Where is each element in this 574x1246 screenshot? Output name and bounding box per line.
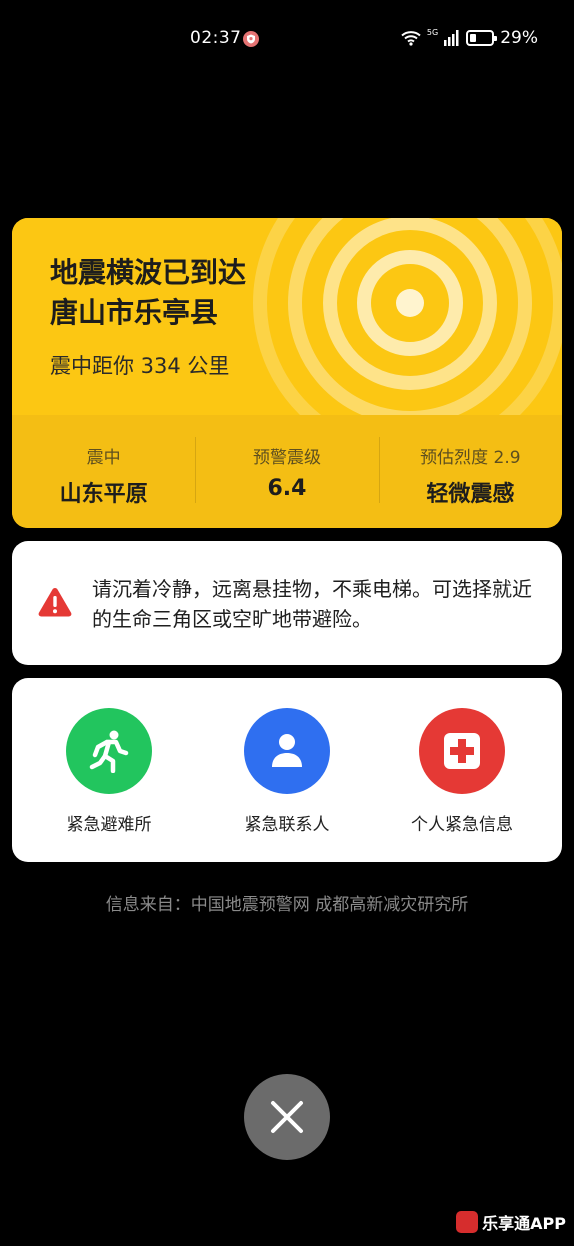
personal-emergency-info-button[interactable]: 个人紧急信息 bbox=[382, 708, 542, 835]
medical-cross-icon bbox=[444, 733, 480, 769]
emergency-contacts-button[interactable]: 紧急联系人 bbox=[207, 708, 367, 835]
alert-title: 地震横波已到达 唐山市乐亭县 bbox=[50, 253, 246, 333]
emergency-shelter-label: 紧急避难所 bbox=[66, 815, 152, 835]
watermark-text: 乐享通APP bbox=[482, 1214, 566, 1233]
safety-advice-text: 请沉着冷静，远离悬挂物，不乘电梯。可选择就近的生命三角区或空旷地带避险。 bbox=[92, 577, 532, 631]
earthquake-header: 地震横波已到达 唐山市乐亭县 震中距你 334 公里 bbox=[12, 218, 562, 460]
stat-label: 预警震级 bbox=[252, 448, 321, 468]
stat-intensity: 预估烈度 2.9 轻微震感 bbox=[378, 415, 562, 528]
stat-label: 震中 bbox=[86, 448, 121, 468]
emergency-actions-card: 紧急避难所 紧急联系人 个人紧急信息 bbox=[12, 678, 562, 862]
close-button[interactable] bbox=[244, 1074, 330, 1160]
emergency-shelter-circle[interactable] bbox=[66, 708, 152, 794]
battery-percent: 29% bbox=[500, 28, 538, 48]
status-indicators: 5G 29% bbox=[401, 28, 538, 48]
emergency-contacts-label: 紧急联系人 bbox=[244, 815, 330, 835]
wifi-icon bbox=[401, 31, 421, 46]
emergency-contacts-circle[interactable] bbox=[244, 708, 330, 794]
alert-title-line1: 地震横波已到达 bbox=[50, 256, 247, 289]
signal-icon bbox=[444, 30, 459, 46]
stat-epicenter: 震中 山东平原 bbox=[12, 415, 195, 528]
epicenter-distance: 震中距你 334 公里 bbox=[50, 354, 230, 378]
watermark: 乐享通APP bbox=[456, 1210, 566, 1234]
shield-icon bbox=[243, 31, 259, 47]
alert-title-line2: 唐山市乐亭县 bbox=[50, 296, 219, 329]
running-person-icon bbox=[89, 730, 129, 773]
emergency-shelter-button[interactable]: 紧急避难所 bbox=[29, 708, 189, 835]
quake-stats: 震中 山东平原 预警震级 6.4 预估烈度 2.9 轻微震感 bbox=[12, 415, 562, 528]
stat-value: 轻微震感 bbox=[426, 482, 515, 507]
stat-magnitude: 预警震级 6.4 bbox=[195, 415, 378, 528]
stat-label: 预估烈度 2.9 bbox=[420, 448, 521, 468]
battery-icon bbox=[466, 30, 498, 46]
close-icon bbox=[271, 1101, 303, 1133]
status-bar: 02:37 5G 29% bbox=[0, 0, 574, 78]
warning-icon bbox=[38, 588, 72, 617]
person-icon bbox=[272, 734, 302, 767]
stat-value: 山东平原 bbox=[59, 482, 148, 507]
watermark-logo-icon bbox=[456, 1211, 479, 1233]
earthquake-alert-card: 地震横波已到达 唐山市乐亭县 震中距你 334 公里 震中 山东平原 预警震级 … bbox=[12, 218, 562, 528]
status-time: 02:37 bbox=[190, 28, 242, 48]
personal-emergency-info-circle[interactable] bbox=[419, 708, 505, 794]
stat-value: 6.4 bbox=[267, 476, 307, 501]
info-source: 信息来自：中国地震预警网 成都高新减灾研究所 bbox=[105, 895, 469, 915]
network-type: 5G bbox=[426, 28, 439, 37]
safety-advice-card: 请沉着冷静，远离悬挂物，不乘电梯。可选择就近的生命三角区或空旷地带避险。 bbox=[12, 541, 562, 665]
personal-emergency-info-label: 个人紧急信息 bbox=[411, 815, 513, 835]
